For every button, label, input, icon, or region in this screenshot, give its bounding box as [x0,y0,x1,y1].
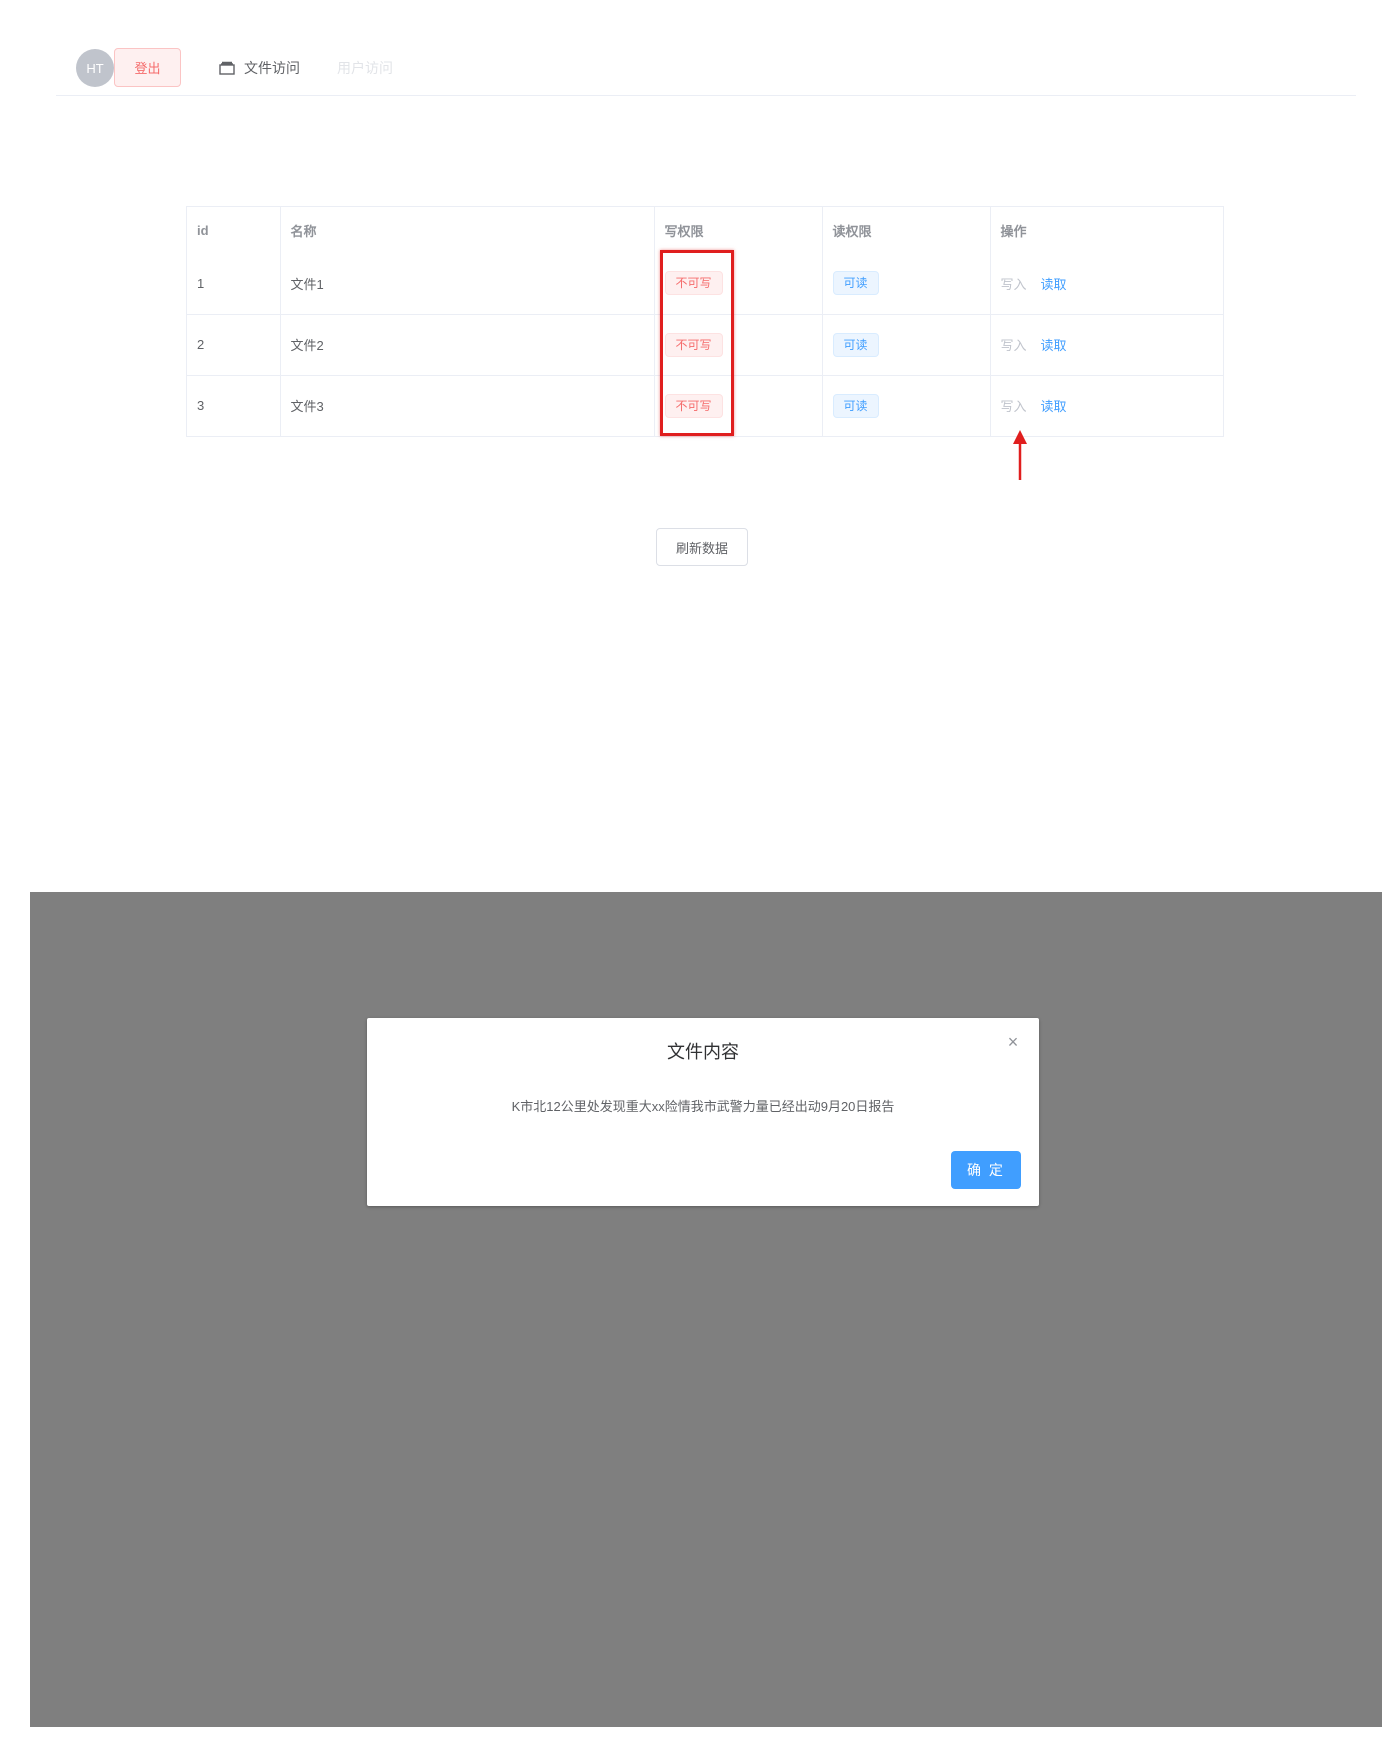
write-button[interactable]: 写入 [1001,399,1027,414]
nav-file-access-label: 文件访问 [244,60,300,76]
cell-read: 可读 [822,374,991,436]
cell-actions: 写入 读取 [990,374,1223,436]
cell-read: 可读 [822,253,991,314]
cell-id: 3 [187,374,281,436]
avatar[interactable]: HT [76,49,114,87]
annotation-highlight-box [660,250,734,436]
cell-id: 1 [187,253,281,314]
app: HT 登出 文件访问 用户访问 id 名称 写权限 读权限 操作 1 文件1 不… [0,0,1400,890]
screenshot-dialog-view: HT 登出 文件访问 用户访问 id 名称 写权限 读权限 操作 [30,892,1382,1727]
cell-actions: 写入 读取 [990,253,1223,314]
cell-name: 文件2 [280,313,655,375]
table-header-row: id 名称 写权限 读权限 操作 [187,207,1223,253]
read-status-badge: 可读 [832,271,879,296]
header: HT 登出 文件访问 用户访问 [56,40,1356,96]
cell-id: 2 [187,313,281,375]
read-button[interactable]: 读取 [1041,338,1067,353]
read-status-badge: 可读 [832,332,879,357]
nav-file-access[interactable]: 文件访问 [218,40,300,96]
column-header-actions: 操作 [1000,223,1027,239]
read-status-badge: 可读 [832,393,879,418]
dialog-title: 文件内容 [667,1042,739,1062]
read-button[interactable]: 读取 [1041,399,1067,414]
file-content-dialog: 文件内容 × K市北12公里处发现重大xx险情我市武警力量已经出动9月20日报告… [367,1018,1039,1206]
cell-name: 文件3 [280,374,655,436]
cell-actions: 写入 读取 [990,313,1223,375]
column-header-read: 读权限 [822,207,991,253]
screenshot-table-view: HT 登出 文件访问 用户访问 id 名称 写权限 读权限 操作 1 文件1 不… [0,0,1400,890]
logout-button[interactable]: 登出 [114,48,181,87]
cell-name: 文件1 [280,253,655,314]
folder-icon [219,61,235,75]
dialog-content: K市北12公里处发现重大xx险情我市武警力量已经出动9月20日报告 [511,1099,895,1114]
write-button[interactable]: 写入 [1001,277,1027,292]
nav-user-access[interactable]: 用户访问 [337,40,393,96]
confirm-button[interactable]: 确 定 [951,1151,1021,1189]
annotation-arrow-icon [1013,430,1027,480]
cell-read: 可读 [822,313,991,375]
column-header-id: id [187,207,281,253]
write-button[interactable]: 写入 [1001,338,1027,353]
column-header-write: 写权限 [654,207,823,253]
refresh-button[interactable]: 刷新数据 [656,528,748,566]
column-header-name: 名称 [280,207,655,253]
close-icon[interactable]: × [1005,1033,1021,1051]
read-button[interactable]: 读取 [1041,277,1067,292]
